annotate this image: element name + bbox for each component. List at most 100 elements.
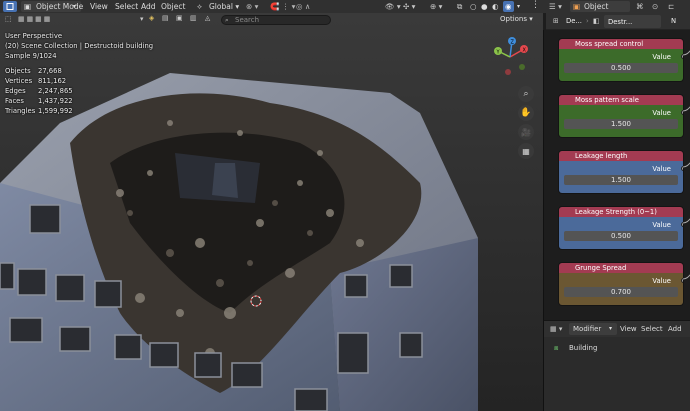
node-output-label: Value: [652, 165, 671, 173]
material-shading-icon[interactable]: ◐: [492, 0, 499, 13]
z-axis-label: Z: [511, 40, 515, 46]
chevron-right-icon: ›: [586, 17, 589, 25]
shading-toggle-icon[interactable]: ▣: [176, 14, 182, 22]
mode-label: Object Mode: [36, 2, 84, 11]
value-node[interactable]: Grunge Spread Value 0.700: [558, 262, 684, 306]
overlay-toggle-icon[interactable]: ⊙: [652, 0, 658, 13]
value-node[interactable]: Leakage Strength (0~1) Value 0.500: [558, 206, 684, 250]
grid-toggle-icon[interactable]: ▥: [190, 14, 196, 22]
node-title: Moss spread control: [575, 40, 644, 48]
asset-browser-icon[interactable]: ▤: [162, 14, 168, 22]
value-node[interactable]: Leakage length Value 1.500: [558, 150, 684, 194]
rendered-shading-button[interactable]: ◉: [503, 1, 514, 12]
solid-shading-icon[interactable]: ●: [481, 0, 488, 13]
value-node[interactable]: Moss spread control Value 0.500: [558, 38, 684, 82]
transform-orientation-dropdown[interactable]: Global ▾: [209, 0, 239, 13]
node-body: Value 1.500: [559, 161, 683, 193]
modifier-menu-view[interactable]: View: [620, 325, 637, 333]
xray-icon[interactable]: ⧉: [457, 0, 462, 13]
menu-add[interactable]: Add: [141, 0, 156, 13]
navigation-gizmo[interactable]: X Y Z: [490, 37, 530, 77]
breadcrumb-item-3[interactable]: N: [671, 17, 676, 25]
transform-orientation-icon: ⟡: [197, 2, 202, 11]
scene-collection-label: (20) Scene Collection | Destructoid buil…: [5, 42, 154, 50]
grid-icon[interactable]: ▦: [518, 143, 534, 159]
node-value-field[interactable]: 0.500: [564, 231, 678, 241]
zoom-icon[interactable]: ⌕: [518, 86, 534, 102]
node-title: Moss pattern scale: [575, 96, 639, 104]
search-input[interactable]: ⌕ Search: [221, 15, 331, 25]
modifier-dropdown-label: Modifier: [573, 325, 602, 333]
pivot-icon[interactable]: ⊗ ▾: [246, 0, 258, 13]
neg-x-axis-handle[interactable]: [505, 69, 511, 75]
object-icon: ▣: [573, 2, 581, 11]
rendered-shading-icon: ◉: [505, 2, 512, 11]
breadcrumb-item-2[interactable]: Destr...: [604, 15, 661, 28]
stat-value: 2,247,865: [38, 87, 73, 95]
options-label: Options: [500, 15, 528, 23]
select-mode-icon[interactable]: ▦ ▦ ▦ ▦: [18, 15, 50, 23]
neg-y-axis-handle[interactable]: [519, 64, 525, 70]
options-button[interactable]: Options ▾: [500, 14, 538, 25]
modifier-panel: ▦ ▾ Modifier ▾ View Select Add ⧈ Buildin…: [543, 320, 690, 411]
rendered-scene: [0, 13, 543, 411]
outliner-icon[interactable]: ▦ ▾: [550, 325, 562, 333]
node-value-field[interactable]: 0.500: [564, 63, 678, 73]
modifier-dropdown[interactable]: Modifier ▾: [569, 323, 617, 335]
3d-viewport[interactable]: User Perspective (20) Scene Collection |…: [0, 13, 543, 411]
gizmo-toggle-icon[interactable]: ✣ ▾: [403, 0, 415, 13]
properties-context-label: Object: [584, 2, 609, 11]
node-value-field[interactable]: 1.500: [564, 119, 678, 129]
breadcrumb-item-1[interactable]: De...: [566, 17, 582, 25]
node-title: Leakage length: [575, 152, 628, 160]
stat-label: Edges: [5, 87, 26, 95]
snapping-toggle-icon[interactable]: ◬: [205, 14, 210, 22]
pin-icon[interactable]: ⌘: [636, 0, 644, 13]
select-box-icon[interactable]: ⬚: [5, 15, 11, 23]
modifier-menu-select[interactable]: Select: [641, 325, 663, 333]
node-editor-panel[interactable]: Moss spread control Value 0.500 Moss pat…: [543, 30, 690, 320]
menu-select[interactable]: Select: [115, 0, 138, 13]
chevron-down-icon: ▾: [609, 325, 613, 332]
stat-value: 27,668: [38, 67, 62, 75]
modifier-panel-header: ▦ ▾ Modifier ▾ View Select Add: [544, 321, 690, 337]
stat-label: Objects: [5, 67, 31, 75]
search-icon: ⌕: [225, 16, 229, 24]
editor-type-button[interactable]: [3, 1, 17, 12]
stat-label: Faces: [5, 97, 24, 105]
node-value-field[interactable]: 0.700: [564, 287, 678, 297]
node-title: Leakage Strength (0~1): [575, 208, 657, 216]
value-node[interactable]: Moss pattern scale Value 1.500: [558, 94, 684, 138]
menu-view[interactable]: View: [90, 0, 108, 13]
node-header: Leakage length: [559, 151, 683, 161]
properties-editor-icon[interactable]: ☰ ▾: [549, 0, 562, 13]
material-palette-icon[interactable]: ◈: [149, 14, 154, 22]
pan-icon[interactable]: ✋: [518, 105, 534, 121]
node-output-label: Value: [652, 109, 671, 117]
view-name: User Perspective: [5, 32, 63, 40]
node-editor-icon[interactable]: ⊞: [553, 17, 559, 25]
visibility-icon[interactable]: 👁 ▾: [385, 0, 401, 13]
wireframe-shading-icon[interactable]: ○: [470, 0, 477, 13]
chevron-down-icon: ▾: [73, 3, 77, 10]
mode-dropdown[interactable]: ▣ Object Mode ▾: [21, 1, 84, 12]
sidebar-toggle-icon[interactable]: ⊏: [668, 0, 674, 13]
overlay-icon[interactable]: ⊕ ▾: [430, 0, 442, 13]
search-placeholder: Search: [235, 16, 260, 24]
proportional-edit-icon[interactable]: ◎ ∧: [296, 0, 310, 13]
transform-orientation-label: Global: [209, 2, 233, 11]
render-sample-label: Sample 9/1024: [5, 52, 57, 60]
modifier-menu-add[interactable]: Add: [668, 325, 682, 333]
filter-icon[interactable]: ▾: [140, 15, 143, 23]
list-item[interactable]: ⧈ Building: [544, 341, 690, 355]
snap-icon[interactable]: 🧲 ⋮ ▾: [270, 0, 295, 13]
camera-icon[interactable]: 🎥: [518, 124, 534, 140]
object-icon: ◧: [593, 17, 600, 25]
node-header: Moss spread control: [559, 39, 683, 49]
menu-object[interactable]: Object: [161, 0, 185, 13]
editor-type-icon[interactable]: ⋮: [531, 0, 540, 12]
properties-context-dropdown[interactable]: ▣ Object: [570, 1, 630, 12]
chevron-down-icon[interactable]: ▾: [517, 0, 520, 13]
node-output-label: Value: [652, 277, 671, 285]
node-value-field[interactable]: 1.500: [564, 175, 678, 185]
